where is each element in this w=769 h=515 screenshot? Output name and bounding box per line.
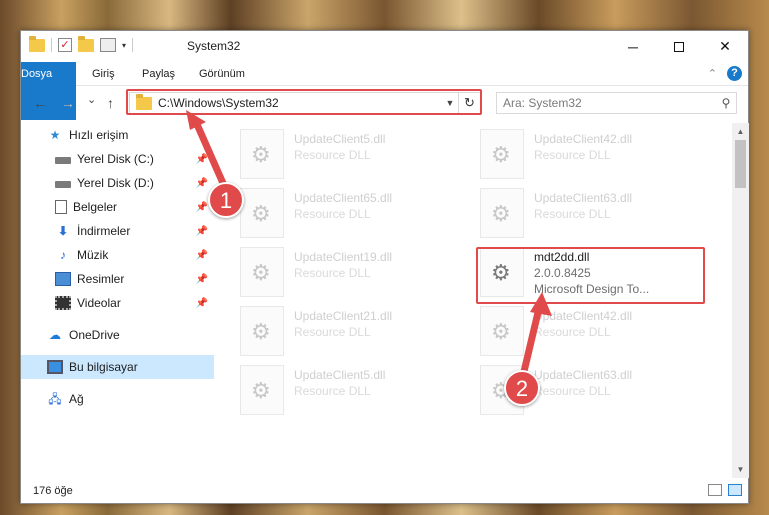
arrow-1	[192, 118, 230, 194]
arrow-2-head	[530, 292, 552, 316]
arrow-2	[518, 300, 544, 384]
annotation-arrows	[186, 110, 552, 384]
arrow-1-head	[186, 110, 206, 130]
step-2-badge: 2	[504, 370, 540, 406]
step-1-badge: 1	[208, 182, 244, 218]
